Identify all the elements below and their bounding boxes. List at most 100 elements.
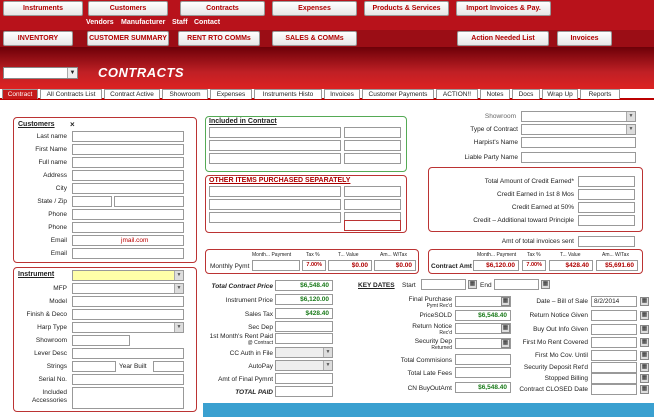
mfp-field[interactable]: ▼ bbox=[72, 283, 184, 294]
tab-showroom[interactable]: Showroom bbox=[162, 89, 208, 99]
phone-field-2[interactable] bbox=[72, 222, 184, 233]
included-accessories-field[interactable] bbox=[72, 387, 184, 409]
start-date-field[interactable] bbox=[421, 279, 466, 290]
tab-invoices[interactable]: Invoices bbox=[324, 89, 360, 99]
calendar-icon[interactable]: ▦ bbox=[501, 324, 510, 333]
tab-reports[interactable]: Reports bbox=[580, 89, 620, 99]
showroom-field[interactable] bbox=[72, 335, 130, 346]
record-select[interactable]: ▼ bbox=[3, 67, 78, 79]
tab-docs[interactable]: Docs bbox=[512, 89, 540, 99]
first-mo-rent-covered-field[interactable] bbox=[591, 337, 637, 348]
phone-field-1[interactable] bbox=[72, 209, 184, 220]
bill-of-sale-field[interactable]: 8/2/2014 bbox=[591, 296, 637, 307]
nav-vendors[interactable]: Vendors bbox=[86, 19, 114, 26]
email-field-1[interactable]: jmail.com bbox=[72, 235, 184, 246]
first-name-field[interactable] bbox=[72, 144, 184, 155]
contract-closed-field[interactable] bbox=[591, 384, 637, 395]
final-pymnt-field[interactable] bbox=[275, 373, 333, 384]
last-name-field[interactable] bbox=[72, 131, 184, 142]
nav-staff[interactable]: Staff bbox=[172, 19, 188, 26]
included-value-3[interactable] bbox=[344, 153, 401, 164]
calendar-icon[interactable]: ▦ bbox=[640, 374, 649, 383]
nav-customers[interactable]: Customers bbox=[88, 1, 168, 16]
total-commisions-field[interactable] bbox=[455, 354, 511, 365]
other-item-1[interactable] bbox=[209, 186, 341, 197]
calendar-icon[interactable]: ▦ bbox=[541, 280, 550, 289]
tab-all-contracts[interactable]: All Contracts List bbox=[40, 89, 102, 99]
nav-invoices[interactable]: Invoices bbox=[557, 31, 612, 46]
calendar-icon[interactable]: ▦ bbox=[640, 385, 649, 394]
stopped-billing-field[interactable] bbox=[591, 373, 637, 384]
included-item-2[interactable] bbox=[209, 140, 341, 151]
calendar-icon[interactable]: ▦ bbox=[501, 339, 510, 348]
other-value-2[interactable] bbox=[344, 199, 401, 210]
state-field[interactable] bbox=[72, 196, 112, 207]
calendar-icon[interactable]: ▦ bbox=[640, 297, 649, 306]
calendar-icon[interactable]: ▦ bbox=[640, 363, 649, 372]
nav-products-services[interactable]: Products & Services bbox=[364, 1, 449, 16]
harp-type-select[interactable]: ▼ bbox=[72, 322, 184, 333]
calendar-icon[interactable]: ▦ bbox=[640, 338, 649, 347]
nav-rent-rto-comms[interactable]: RENT RTO COMMs bbox=[178, 31, 260, 46]
other-value-1[interactable] bbox=[344, 186, 401, 197]
total-credit-field[interactable] bbox=[578, 176, 635, 187]
showroom-select[interactable]: ▼ bbox=[521, 111, 636, 122]
cc-auth-select[interactable]: ▼ bbox=[275, 347, 333, 358]
other-items-total[interactable] bbox=[344, 220, 401, 231]
full-name-field[interactable] bbox=[72, 157, 184, 168]
calendar-icon[interactable]: ▦ bbox=[468, 280, 477, 289]
buy-out-info-field[interactable] bbox=[591, 324, 637, 335]
autopay-select[interactable]: ▼ bbox=[275, 360, 333, 371]
included-value-1[interactable] bbox=[344, 127, 401, 138]
nav-inventory[interactable]: INVENTORY bbox=[3, 31, 73, 46]
nav-contracts[interactable]: Contracts bbox=[180, 1, 265, 16]
nav-customer-summary[interactable]: CUSTOMER SUMMARY bbox=[87, 31, 169, 46]
tab-contract[interactable]: Contract bbox=[2, 89, 38, 99]
nav-action-needed[interactable]: Action Needed List bbox=[457, 31, 549, 46]
tab-action[interactable]: ACTION!! bbox=[436, 89, 478, 99]
tab-wrap-up[interactable]: Wrap Up bbox=[542, 89, 578, 99]
security-deposit-retd-field[interactable] bbox=[591, 362, 637, 373]
included-item-3[interactable] bbox=[209, 153, 341, 164]
strings-field[interactable] bbox=[72, 361, 116, 372]
nav-contact[interactable]: Contact bbox=[194, 19, 220, 26]
tab-expenses[interactable]: Expenses bbox=[210, 89, 252, 99]
credit-8-mos-field[interactable] bbox=[578, 189, 635, 200]
type-of-contract-select[interactable]: ▼ bbox=[521, 124, 636, 135]
first-mo-cov-until-field[interactable] bbox=[591, 350, 637, 361]
nav-sales-comms[interactable]: SALES & COMMs bbox=[272, 31, 357, 46]
return-notice-given-field[interactable] bbox=[591, 310, 637, 321]
serial-no-field[interactable] bbox=[72, 374, 184, 385]
calendar-icon[interactable]: ▦ bbox=[640, 311, 649, 320]
total-paid-field[interactable] bbox=[275, 386, 333, 397]
calendar-icon[interactable]: ▦ bbox=[640, 351, 649, 360]
calendar-icon[interactable]: ▦ bbox=[501, 297, 510, 306]
model-field[interactable] bbox=[72, 296, 184, 307]
other-item-3[interactable] bbox=[209, 212, 341, 223]
tab-notes[interactable]: Notes bbox=[480, 89, 510, 99]
nav-import-invoices[interactable]: Import Invoices & Pay. bbox=[456, 1, 551, 16]
liable-party-field[interactable] bbox=[521, 152, 636, 163]
zip-field[interactable] bbox=[114, 196, 184, 207]
tab-customer-payments[interactable]: Customer Payments bbox=[362, 89, 434, 99]
included-item-1[interactable] bbox=[209, 127, 341, 138]
nav-manufacturer[interactable]: Manufacturer bbox=[121, 19, 165, 26]
amt-invoices-field[interactable] bbox=[578, 236, 635, 247]
harpist-name-field[interactable] bbox=[521, 137, 636, 148]
instrument-select[interactable]: ▼ bbox=[72, 270, 184, 281]
calendar-icon[interactable]: ▦ bbox=[640, 325, 649, 334]
total-late-fees-field[interactable] bbox=[455, 367, 511, 378]
tab-instruments-histo[interactable]: Instruments Histo bbox=[254, 89, 322, 99]
credit-50-field[interactable] bbox=[578, 202, 635, 213]
nav-instruments[interactable]: Instruments bbox=[3, 1, 83, 16]
year-built-field[interactable] bbox=[153, 361, 184, 372]
tab-contract-active[interactable]: Contract Active bbox=[104, 89, 160, 99]
lever-desc-field[interactable] bbox=[72, 348, 184, 359]
first-month-rent-field[interactable] bbox=[275, 333, 333, 344]
address-field[interactable] bbox=[72, 170, 184, 181]
nav-expenses[interactable]: Expenses bbox=[272, 1, 357, 16]
credit-additional-field[interactable] bbox=[578, 215, 635, 226]
sec-dep-field[interactable] bbox=[275, 321, 333, 332]
finish-deco-field[interactable] bbox=[72, 309, 184, 320]
city-field[interactable] bbox=[72, 183, 184, 194]
